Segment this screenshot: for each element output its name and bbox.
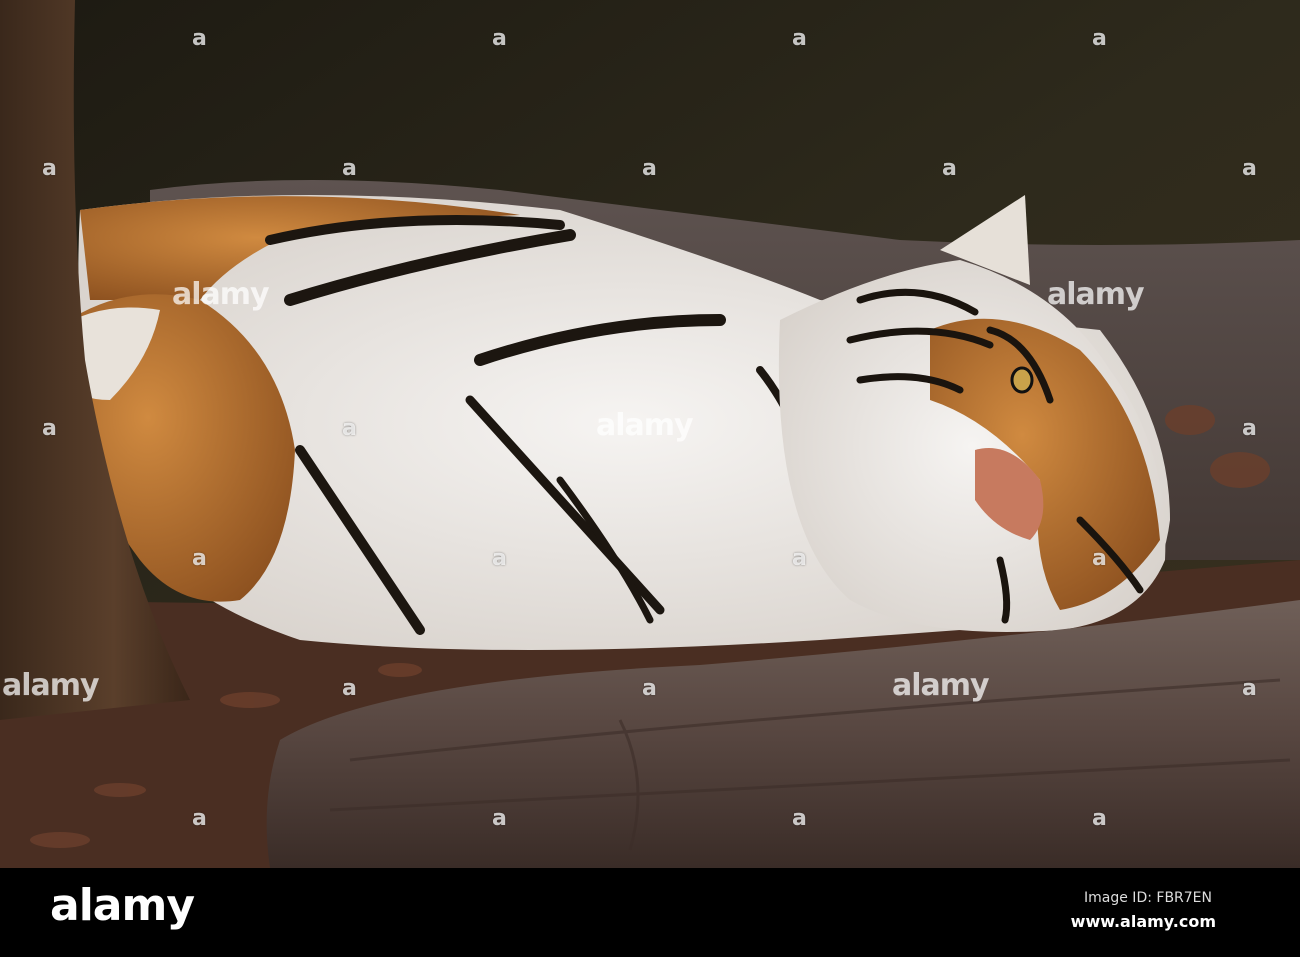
image-id: Image ID: FBR7EN bbox=[1084, 890, 1212, 906]
watermark-glyph: a bbox=[1242, 156, 1257, 181]
watermark-glyph: a bbox=[642, 156, 657, 181]
watermark-glyph: a bbox=[342, 416, 357, 441]
watermark-glyph: a bbox=[42, 156, 57, 181]
alamy-logo: alamy bbox=[50, 880, 195, 931]
watermark-glyph: a bbox=[492, 546, 507, 571]
watermark-text: alamy bbox=[172, 277, 270, 312]
watermark-glyph: a bbox=[642, 676, 657, 701]
watermark-glyph: a bbox=[1092, 26, 1107, 51]
watermark-glyph: a bbox=[42, 416, 57, 441]
watermark-glyph: a bbox=[342, 676, 357, 701]
site-url[interactable]: www.alamy.com bbox=[1071, 912, 1216, 931]
watermark-glyph: a bbox=[492, 26, 507, 51]
watermark-glyph: a bbox=[792, 546, 807, 571]
watermark-text: alamy bbox=[1047, 277, 1145, 312]
watermark-text: alamy bbox=[596, 408, 694, 443]
watermark-glyph: a bbox=[792, 26, 807, 51]
watermark-glyph: a bbox=[192, 26, 207, 51]
watermark-glyph: a bbox=[1242, 676, 1257, 701]
footer-bar: alamy Image ID: FBR7EN www.alamy.com bbox=[0, 868, 1300, 957]
watermark-glyph: a bbox=[192, 806, 207, 831]
watermark-text: alamy bbox=[892, 668, 990, 703]
watermark-text: alamy bbox=[2, 668, 100, 703]
watermark-glyph: a bbox=[342, 156, 357, 181]
watermark-glyph: a bbox=[492, 806, 507, 831]
watermark-glyph: a bbox=[1242, 416, 1257, 441]
watermark-glyph: a bbox=[792, 806, 807, 831]
watermark-glyph: a bbox=[1092, 806, 1107, 831]
watermark-glyph: a bbox=[942, 156, 957, 181]
watermark-glyph: a bbox=[192, 546, 207, 571]
watermark-glyph: a bbox=[1092, 546, 1107, 571]
